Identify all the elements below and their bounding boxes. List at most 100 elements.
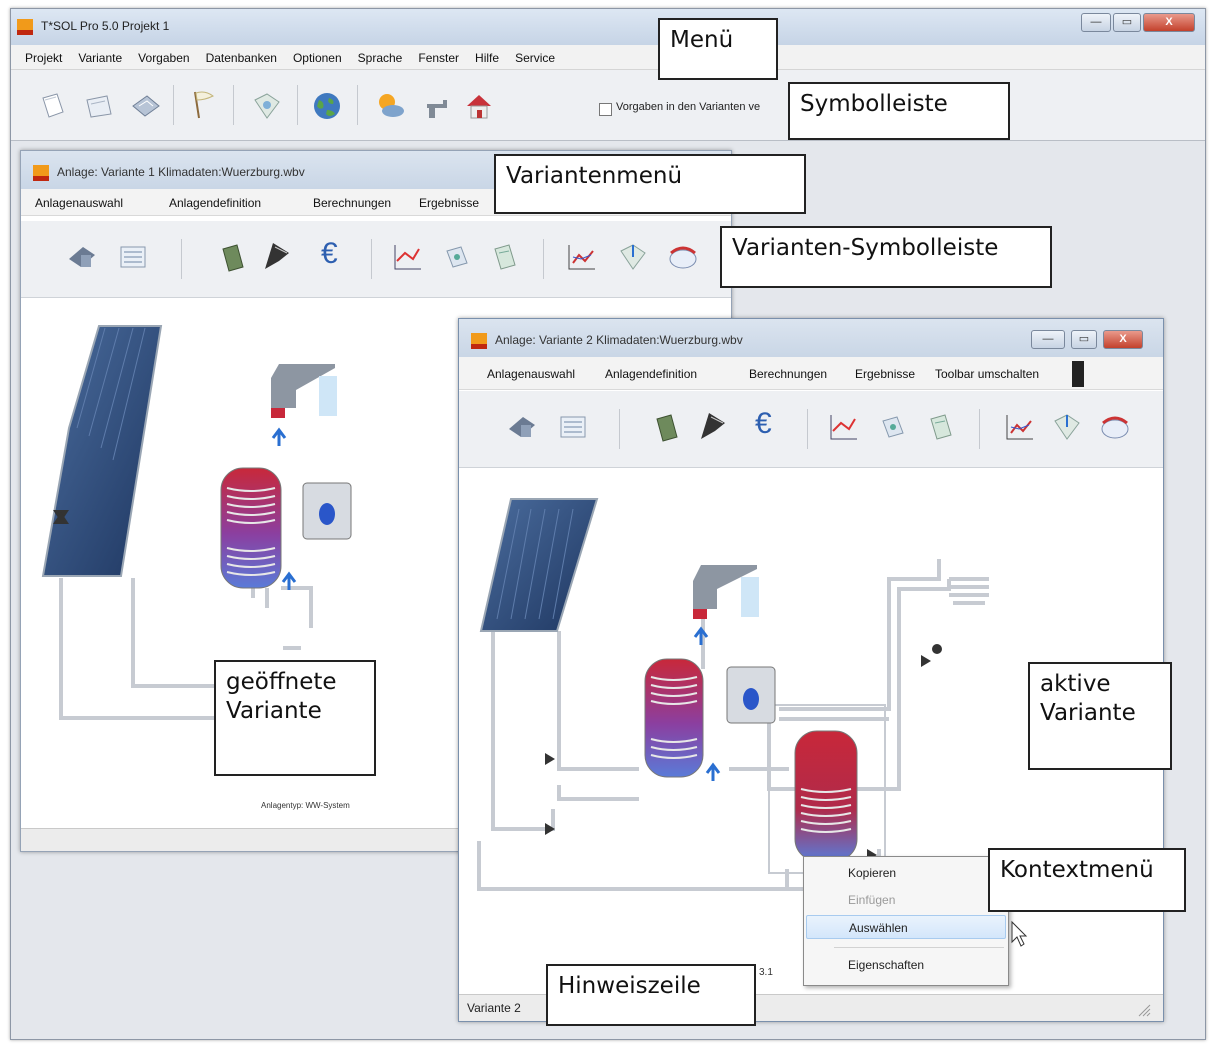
second-storage-tank [794, 730, 858, 862]
variant2-title: Anlage: Variante 2 Klimadaten:Wuerzburg.… [495, 333, 743, 347]
v2-close-button[interactable]: X [1103, 330, 1143, 349]
main-menubar: Projekt Variante Vorgaben Datenbanken Option… [11, 45, 1205, 70]
status-text: Variante 2 [467, 1001, 521, 1015]
v1-menu-ergebnisse[interactable]: Ergebnisse [419, 196, 479, 210]
toolbar-separator [979, 409, 980, 449]
variant1-toolbar: € [21, 221, 731, 298]
collector-icon[interactable] [261, 239, 293, 271]
euro-icon[interactable]: € [755, 407, 772, 441]
valve-icon [921, 655, 931, 667]
ctx-paste[interactable]: Einfügen [806, 888, 1006, 912]
v2-menu-anlagenauswahl[interactable]: Anlagenauswahl [487, 367, 575, 381]
toolbar-grip[interactable] [1072, 361, 1084, 387]
menu-variante[interactable]: Variante [70, 45, 130, 65]
chart-icon[interactable] [391, 241, 423, 273]
weather-icon[interactable] [375, 90, 407, 122]
report-icon[interactable] [877, 411, 909, 443]
toolbar-separator [297, 85, 298, 125]
report-icon[interactable] [441, 241, 473, 273]
v2-menu-berechnungen[interactable]: Berechnungen [749, 367, 827, 381]
report2-icon[interactable] [925, 411, 957, 443]
apply-defaults-checkbox[interactable] [599, 103, 612, 116]
system-define-icon[interactable] [117, 241, 149, 273]
system-define-icon[interactable] [557, 411, 589, 443]
callout-variant-menu: Variantenmenü [494, 154, 806, 214]
system-type-label: Anlagentyp: WW-System [261, 801, 350, 810]
v2-maximize-button[interactable]: ▭ [1071, 330, 1097, 349]
apply-defaults-label: Vorgaben in den Varianten ve [616, 101, 761, 113]
results-chart-icon[interactable] [565, 241, 597, 273]
variant2-titlebar[interactable]: Anlage: Variante 2 Klimadaten:Wuerzburg.… [459, 319, 1163, 357]
menu-hilfe[interactable]: Hilfe [467, 45, 507, 65]
results-chart-icon[interactable] [1003, 411, 1035, 443]
v2-menu-ergebnisse[interactable]: Ergebnisse [855, 367, 915, 381]
menu-vorgaben[interactable]: Vorgaben [130, 45, 197, 65]
menu-datenbanken[interactable]: Datenbanken [198, 45, 285, 65]
main-titlebar[interactable]: T*SOL Pro 5.0 Projekt 1 — ▭ X [11, 9, 1205, 45]
main-title: T*SOL Pro 5.0 Projekt 1 [41, 19, 170, 33]
v1-menu-anlagendefinition[interactable]: Anlagendefinition [169, 196, 261, 210]
toolbar-separator [543, 239, 544, 279]
ctx-separator [834, 947, 1004, 948]
ctx-properties[interactable]: Eigenschaften [806, 953, 1006, 977]
v2-menu-toolbar-umschalten[interactable]: Toolbar umschalten [935, 367, 1039, 381]
toolbar-separator [233, 85, 234, 125]
toolbar-separator [371, 239, 372, 279]
v1-menu-anlagenauswahl[interactable]: Anlagenauswahl [35, 196, 123, 210]
toolbar-separator [619, 409, 620, 449]
callout-hint-line: Hinweiszeile [546, 964, 756, 1026]
callout-opened-variant: geöffnete Variante [214, 660, 376, 776]
system-select-icon[interactable] [65, 241, 97, 273]
pump-icon [545, 753, 555, 765]
system-select-icon[interactable] [505, 411, 537, 443]
map-icon[interactable] [251, 90, 283, 122]
callout-toolbar: Symbolleiste [788, 82, 1010, 140]
chart-icon[interactable] [827, 411, 859, 443]
v2-menu-anlagendefinition[interactable]: Anlagendefinition [605, 367, 697, 381]
map2-icon[interactable] [1051, 411, 1083, 443]
enev-icon[interactable] [667, 241, 699, 273]
ctx-copy[interactable]: Kopieren [806, 861, 1006, 885]
save-icon[interactable] [129, 90, 161, 122]
ctx-select[interactable]: Auswählen [806, 915, 1006, 939]
menu-optionen[interactable]: Optionen [285, 45, 350, 65]
calculator-icon[interactable] [217, 241, 249, 273]
heating-radiator [949, 577, 989, 605]
storage-tank [220, 467, 282, 589]
solar-collector [41, 325, 163, 577]
menu-service[interactable]: Service [507, 45, 563, 65]
toolbar-separator [173, 85, 174, 125]
collector-icon[interactable] [697, 409, 729, 441]
toolbar-separator [807, 409, 808, 449]
toolbar-separator [181, 239, 182, 279]
house-icon[interactable] [463, 90, 495, 122]
new-file-icon[interactable] [37, 90, 69, 122]
mouse-cursor-icon [1011, 920, 1028, 947]
map2-icon[interactable] [617, 241, 649, 273]
app-icon [471, 333, 487, 349]
minimize-button[interactable]: — [1081, 13, 1111, 32]
globe-icon[interactable] [311, 90, 343, 122]
callout-variant-toolbar: Varianten-Symbolleiste [720, 226, 1052, 288]
open-folder-icon[interactable] [83, 90, 115, 122]
calculator-icon[interactable] [651, 411, 683, 443]
v2-minimize-button[interactable]: — [1031, 330, 1065, 349]
variant2-menubar: Anlagenauswahl Anlagendefinition Berechn… [459, 357, 1163, 390]
variant1-title: Anlage: Variante 1 Klimadaten:Wuerzburg.… [57, 165, 305, 179]
v1-menu-berechnungen[interactable]: Berechnungen [313, 196, 391, 210]
status-extra: 3.1 [759, 967, 773, 978]
close-button[interactable]: X [1143, 13, 1195, 32]
report2-icon[interactable] [489, 241, 521, 273]
main-toolbar: Vorgaben in den Varianten ve [11, 70, 1205, 141]
toolbar-separator [357, 85, 358, 125]
maximize-button[interactable]: ▭ [1113, 13, 1141, 32]
resize-grip-icon[interactable] [1137, 1003, 1151, 1017]
menu-projekt[interactable]: Projekt [11, 45, 70, 65]
euro-icon[interactable]: € [321, 237, 338, 271]
enev-icon[interactable] [1099, 411, 1131, 443]
flag-icon[interactable] [187, 88, 219, 120]
menu-sprache[interactable]: Sprache [350, 45, 411, 65]
faucet-icon[interactable] [421, 92, 453, 124]
menu-fenster[interactable]: Fenster [410, 45, 467, 65]
app-icon [17, 19, 33, 35]
